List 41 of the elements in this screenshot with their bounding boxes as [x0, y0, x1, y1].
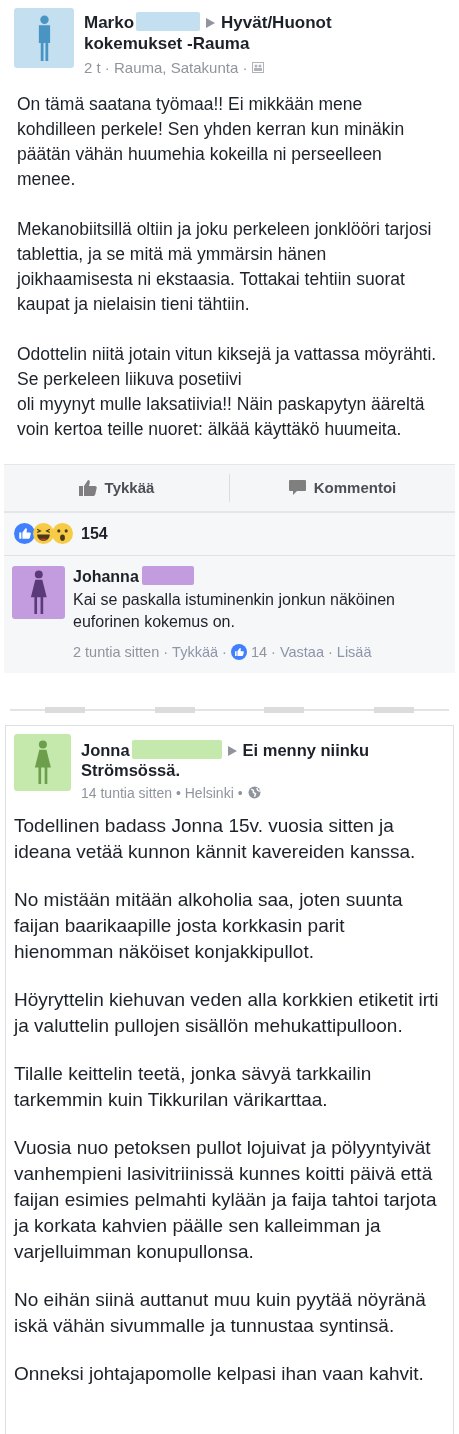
post-paragraph: Onneksi johtajapomolle kelpasi ihan vaan kahvit.	[14, 1361, 425, 1386]
reaction-count: 154	[81, 524, 108, 543]
like-button[interactable]: Tykkää	[4, 464, 229, 511]
redacted-name	[136, 12, 201, 31]
comment-meta: ·	[222, 642, 227, 662]
caret-icon	[206, 18, 216, 28]
comment-author[interactable]: Johanna	[73, 565, 447, 587]
comment-text: Kai se paskalla istuminenkin jonkun näköinen euforinen kokemus on.	[73, 589, 396, 632]
comment-meta: 2 tuntia sitten ·	[73, 642, 169, 662]
comment-button[interactable]: Kommentoi	[230, 464, 455, 511]
post-paragraph: Todellinen badass Jonna 15v. vuosia sitten ja ideana vetää kunnon kännit kavereiden kanssa.	[14, 813, 417, 864]
thumbs-up-icon	[78, 479, 97, 496]
post-paragraph: No mistään mitään alkoholia saa, joten suunta faijan baarikaapille josta korkkasin parit hienomman näköiset konjakkipullot.	[14, 887, 404, 964]
avatar[interactable]	[14, 8, 74, 68]
post-paragraph: Tilalle keittelin teetä, jonka sävyä tarkkailin tarkemmin kuin Tikkurilan värikarttaa.	[14, 1061, 373, 1112]
man-figure-icon	[36, 14, 52, 62]
speech-bubble-icon	[288, 479, 306, 496]
like-reaction-icon	[230, 643, 247, 660]
post-paragraph: No eihän siinä auttanut muu kuin pyytää nöyränä iskä vähän sivummalle ja tunnustaa syntinsä.	[14, 1287, 427, 1338]
like-count: 14 ·	[250, 642, 276, 662]
comment-meta: ·	[327, 642, 333, 662]
woman-figure-icon	[33, 739, 52, 785]
laughing-emoji-icon	[33, 523, 54, 544]
post-paragraph: Vuosia nuo petoksen pullot lojuivat ja pölyyntyivät vanhempieni lasivitriinissä kunnes koitti päivä että faijan esimies pelmahti kylään ja faija tahtoi tarjota ja korkata kahvien päälle sen kalleimman ja varjelluimman konupullonsa.	[14, 1135, 438, 1264]
redacted-name	[141, 565, 194, 585]
post-title: Jonna Ei menny niinku Strömsössä.	[81, 739, 371, 781]
avatar[interactable]	[14, 733, 71, 791]
post-meta: 14 tuntia sitten • Helsinki •	[81, 784, 243, 801]
post-paragraph: On tämä saatana työmaa!! Ei mikkään mene kohdilleen perkele! Sen yhden kerran kun minäkin päätän vähän huumehia kokeilla ni perseelleen menee.	[17, 92, 406, 191]
post-paragraph: Höyryttelin kiehuvan veden alla korkkien etiketit irti ja valuttelin pullojen sisällön mehukattipulloon.	[14, 987, 440, 1038]
globe-icon	[247, 786, 261, 800]
post-paragraph: Odottelin niitä jotain vitun kiksejä ja vattassa möyrähti. Se perkeleen liikuva posetiivi oli myynyt mulle laksatiivia!! Näin paskapytyn ääreltä voin kertoa teille nuoret: älkää käyttäkö huumeita.	[17, 342, 438, 441]
woman-figure-icon	[29, 570, 48, 614]
post-meta: 2 t · Rauma, Satakunta ·	[84, 58, 248, 76]
avatar[interactable]	[12, 565, 65, 619]
caret-icon	[227, 745, 237, 756]
post-title: Marko Hyvät/Huonot kokemukset -Rauma	[84, 12, 333, 55]
like-reaction-icon	[14, 523, 35, 544]
people-icon	[252, 61, 265, 73]
post-paragraph: Mekanobiitsillä oltiin ja joku perkeleen jonklööri tarjosi tablettia, ja se mitä mä ymmärsin hänen joikhaamisesta ni ekstaasia. Tottakai tehtiin suorat kaupat ja nielaisin tieni tähtiin.	[17, 217, 433, 316]
surprised-emoji-icon	[52, 523, 73, 544]
